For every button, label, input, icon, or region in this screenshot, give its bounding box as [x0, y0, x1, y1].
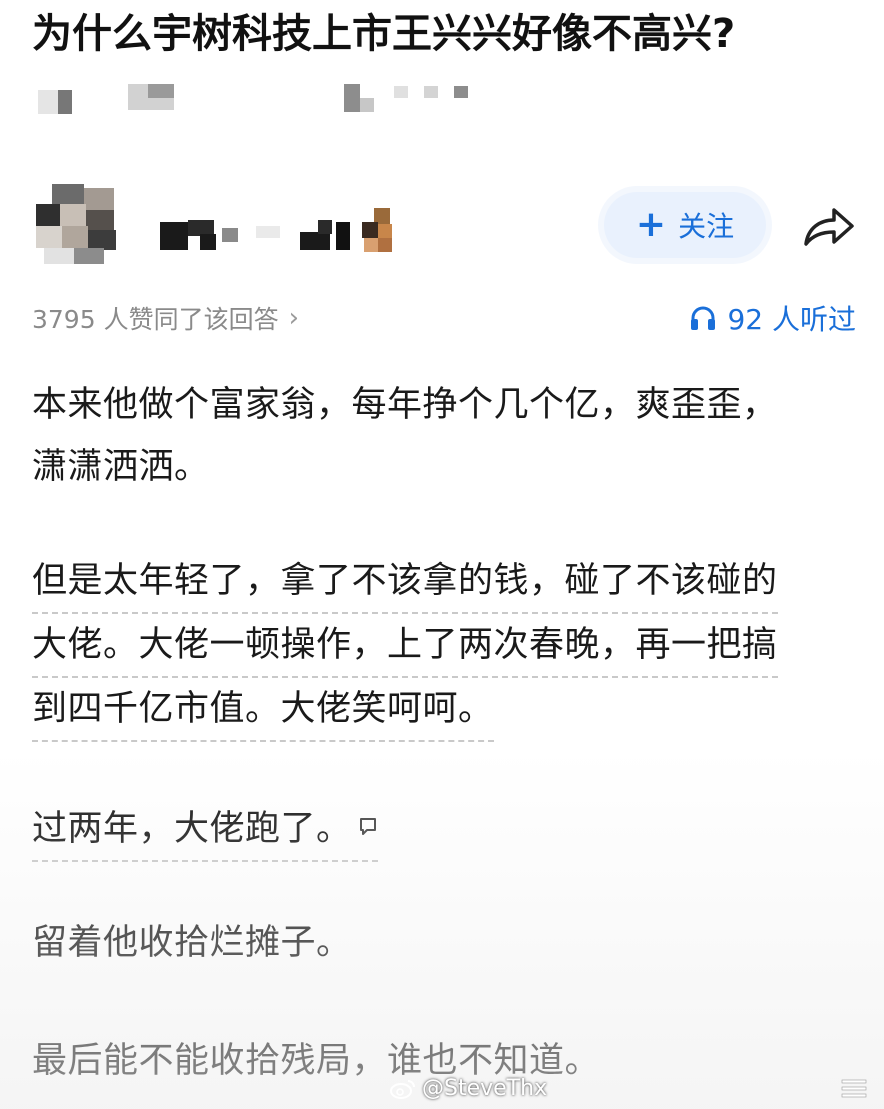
- answer-line: 过两年，大佬跑了。: [32, 798, 378, 862]
- answer-line: 潇潇洒洒。: [32, 447, 210, 487]
- listen-count-text: 92 人听过: [727, 303, 856, 336]
- answer-line: 大佬。大佬一顿操作，上了两次春晚，再一把搞: [32, 614, 778, 678]
- share-icon[interactable]: [800, 202, 856, 250]
- answer-paragraph-4: 留着他收拾烂摊子。: [32, 923, 352, 963]
- listen-count[interactable]: 92 人听过: [689, 298, 856, 338]
- menu-icon[interactable]: [840, 1078, 868, 1100]
- headphone-icon: [691, 306, 716, 330]
- answer-paragraph-2[interactable]: 但是太年轻了，拿了不该拿的钱，碰了不该碰的 大佬。大佬一顿操作，上了两次春晚，再…: [32, 550, 862, 742]
- answer-line: 但是太年轻了，拿了不该拿的钱，碰了不该碰的: [32, 550, 778, 614]
- question-title[interactable]: 为什么宇树科技上市王兴兴好像不高兴?: [32, 6, 862, 62]
- agree-count-link[interactable]: 3795 人赞同了该回答 ›: [32, 300, 299, 336]
- answer-line: 本来他做个富家翁，每年挣个几个亿，爽歪歪，: [32, 385, 778, 425]
- answer-line-text: 过两年，大佬跑了。: [32, 809, 352, 849]
- avatar[interactable]: [36, 184, 118, 266]
- answer-line: 到四千亿市值。大佬笑呵呵。: [32, 678, 494, 742]
- weibo-icon: [390, 1079, 415, 1099]
- agree-count: 3795 人赞同了该回答: [32, 305, 279, 334]
- plus-icon: +: [635, 204, 667, 245]
- author-name[interactable]: [160, 206, 400, 254]
- answer-paragraph-3[interactable]: 过两年，大佬跑了。: [32, 798, 862, 862]
- answer-paragraph-1: 本来他做个富家翁，每年挣个几个亿，爽歪歪， 潇潇洒洒。: [32, 374, 862, 498]
- blurred-subtitle: [38, 84, 478, 116]
- comment-icon[interactable]: [358, 816, 378, 836]
- chevron-right-icon: ›: [288, 303, 299, 333]
- follow-button[interactable]: + 关注: [604, 192, 766, 258]
- follow-label: 关注: [678, 210, 735, 243]
- watermark-text: @SteveThx: [422, 1076, 548, 1101]
- weibo-watermark: @SteveThx: [390, 1076, 547, 1101]
